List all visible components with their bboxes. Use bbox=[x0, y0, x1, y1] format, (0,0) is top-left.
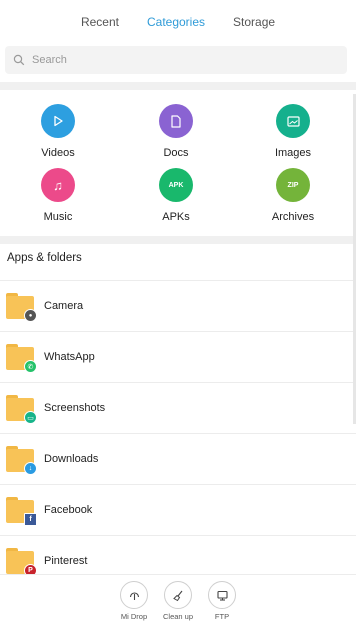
download-icon: ↓ bbox=[24, 462, 37, 475]
ftp-button[interactable]: FTP bbox=[207, 581, 237, 625]
folder-name: Pinterest bbox=[44, 555, 88, 567]
image-icon bbox=[276, 104, 310, 138]
folder-name: Facebook bbox=[44, 504, 93, 516]
categories-grid: Videos Docs Images ♫ Music APK APKs ZIP … bbox=[0, 94, 356, 234]
section-divider bbox=[0, 236, 356, 244]
play-icon bbox=[41, 104, 75, 138]
search-icon bbox=[13, 54, 25, 66]
folder-icon: ✆ bbox=[6, 344, 37, 373]
document-icon bbox=[159, 104, 193, 138]
category-apks[interactable]: APK APKs bbox=[131, 168, 221, 223]
category-label: Images bbox=[274, 147, 312, 159]
folder-list: ● Camera ✆ WhatsApp ▭ Screenshots ↓ Down… bbox=[0, 280, 356, 586]
section-title: Apps & folders bbox=[7, 252, 82, 264]
tool-label: Mi Drop bbox=[120, 612, 148, 621]
folder-icon: f bbox=[6, 497, 37, 526]
category-images[interactable]: Images bbox=[248, 104, 338, 159]
search-bar[interactable] bbox=[5, 46, 347, 74]
facebook-icon: f bbox=[24, 513, 37, 526]
category-docs[interactable]: Docs bbox=[131, 104, 221, 159]
list-item-camera[interactable]: ● Camera bbox=[0, 280, 356, 331]
whatsapp-icon: ✆ bbox=[24, 360, 37, 373]
category-label: APKs bbox=[162, 211, 190, 223]
music-note-icon: ♫ bbox=[41, 168, 75, 202]
screenshot-icon: ▭ bbox=[24, 411, 37, 424]
zip-icon: ZIP bbox=[276, 168, 310, 202]
apk-icon: APK bbox=[159, 168, 193, 202]
category-archives[interactable]: ZIP Archives bbox=[248, 168, 338, 223]
folder-icon: ● bbox=[6, 293, 37, 322]
ftp-icon bbox=[216, 590, 228, 601]
category-label: Music bbox=[43, 211, 73, 223]
folder-icon: ▭ bbox=[6, 395, 37, 424]
bottom-action-bar: Mi Drop Clean up FTP bbox=[0, 574, 356, 625]
section-divider bbox=[0, 82, 356, 90]
folder-name: Camera bbox=[44, 300, 84, 312]
clean-up-button[interactable]: Clean up bbox=[163, 581, 193, 625]
top-tab-bar: Recent Categories Storage bbox=[0, 0, 356, 42]
list-item-downloads[interactable]: ↓ Downloads bbox=[0, 433, 356, 484]
category-label: Videos bbox=[41, 147, 75, 159]
folder-icon: ↓ bbox=[6, 446, 37, 475]
folder-name: Downloads bbox=[44, 453, 99, 465]
tab-recent[interactable]: Recent bbox=[67, 0, 133, 42]
tool-label: FTP bbox=[214, 612, 230, 621]
broom-icon bbox=[172, 590, 182, 601]
list-item-whatsapp[interactable]: ✆ WhatsApp bbox=[0, 331, 356, 382]
list-item-facebook[interactable]: f Facebook bbox=[0, 484, 356, 535]
tool-label: Clean up bbox=[162, 612, 194, 621]
camera-icon: ● bbox=[24, 309, 37, 322]
list-item-screenshots[interactable]: ▭ Screenshots bbox=[0, 382, 356, 433]
category-label: Docs bbox=[163, 147, 189, 159]
mi-drop-icon bbox=[129, 591, 139, 600]
category-label: Archives bbox=[271, 211, 315, 223]
mi-drop-button[interactable]: Mi Drop bbox=[119, 581, 149, 625]
tab-categories[interactable]: Categories bbox=[133, 0, 219, 42]
tab-storage[interactable]: Storage bbox=[219, 0, 289, 42]
folder-name: WhatsApp bbox=[44, 351, 95, 363]
category-videos[interactable]: Videos bbox=[13, 104, 103, 159]
category-music[interactable]: ♫ Music bbox=[13, 168, 103, 223]
folder-icon: P bbox=[6, 548, 37, 577]
search-input[interactable] bbox=[32, 54, 332, 66]
folder-name: Screenshots bbox=[44, 402, 106, 414]
